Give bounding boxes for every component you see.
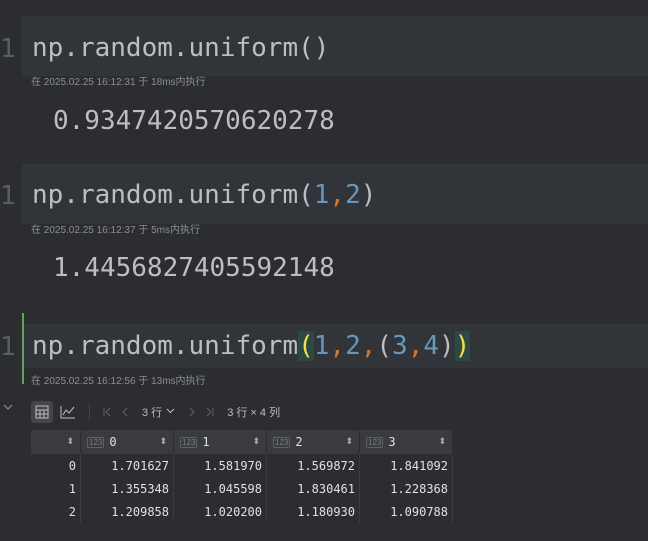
table-cell[interactable]: 1.841092: [359, 454, 453, 477]
row-index: 2: [31, 500, 81, 523]
paren-close: ): [313, 33, 330, 63]
dataframe-table: ⬍ 123 0 ⬍ 123 1 ⬍ 123 2 ⬍ 123 3 ⬍ 0 1.701627 1.5…: [31, 430, 453, 523]
execution-info: 在 2025.02.25 16:12:56 于 13ms内执行: [31, 376, 206, 387]
paren-open-highlighted: (: [298, 331, 314, 361]
numeric-type-icon: 123: [87, 436, 105, 448]
numeric-type-icon: 123: [273, 436, 291, 448]
code-line[interactable]: np.random.uniform(): [32, 35, 329, 61]
code-line[interactable]: np.random.uniform(1,2,(3,4)): [32, 331, 471, 361]
dataframe-shape: 3 行 × 4 列: [227, 407, 281, 419]
dataframe-toolbar: 3 行 3 行 × 4 列: [31, 397, 648, 427]
code-line[interactable]: np.random.uniform(1,2): [32, 182, 376, 208]
column-header[interactable]: 123 2 ⬍: [266, 430, 360, 454]
table-cell[interactable]: 1.045598: [173, 477, 267, 500]
rows-per-page-select[interactable]: 3 行: [142, 404, 175, 420]
paren-close: ): [360, 180, 377, 210]
column-header[interactable]: 123 3 ⬍: [359, 430, 453, 454]
column-header-label: 0: [109, 435, 117, 449]
table-row[interactable]: 2 1.209858 1.020200 1.180930 1.090788: [31, 500, 453, 523]
table-cell[interactable]: 1.209858: [80, 500, 174, 523]
arg-number: 4: [423, 331, 440, 361]
table-grid-icon[interactable]: [31, 401, 53, 423]
column-header[interactable]: 123 0 ⬍: [80, 430, 174, 454]
table-cell[interactable]: 1.569872: [266, 454, 360, 477]
table-cell[interactable]: 1.180930: [266, 500, 360, 523]
table-header-row: ⬍ 123 0 ⬍ 123 1 ⬍ 123 2 ⬍ 123 3 ⬍: [31, 430, 453, 454]
toolbar-divider: [89, 404, 90, 420]
table-row[interactable]: 0 1.701627 1.581970 1.569872 1.841092: [31, 454, 453, 477]
chevron-down-icon[interactable]: [3, 402, 13, 412]
column-header-label: 2: [295, 435, 303, 449]
row-index: 1: [31, 477, 81, 500]
comma: ,: [329, 180, 346, 210]
arg-number: 2: [345, 180, 361, 210]
sort-icon: ⬍: [159, 437, 167, 447]
comma: ,: [360, 331, 377, 361]
table-cell[interactable]: 1.355348: [80, 477, 174, 500]
table-cell[interactable]: 1.581970: [173, 454, 267, 477]
code-text: np.random.uniform: [32, 331, 299, 361]
table-cell[interactable]: 1.090788: [359, 500, 453, 523]
code-text: np.random.uniform: [32, 33, 299, 63]
chevron-down-icon: [166, 406, 175, 418]
table-row[interactable]: 1 1.355348 1.045598 1.830461 1.228368: [31, 477, 453, 500]
arg-number: 1: [313, 331, 330, 361]
paren-close-highlighted: ): [454, 331, 471, 361]
cell-output: 0.9347420570620278: [53, 106, 335, 136]
numeric-type-icon: 123: [180, 436, 198, 448]
numeric-type-icon: 123: [366, 436, 384, 448]
column-header[interactable]: 123 1 ⬍: [173, 430, 267, 454]
paren-open: (: [376, 331, 393, 361]
sort-icon: ⬍: [345, 437, 353, 447]
last-page-icon[interactable]: [201, 401, 219, 423]
next-page-icon[interactable]: [183, 401, 201, 423]
paren-close: ): [439, 331, 455, 361]
comma: ,: [329, 331, 346, 361]
comma: ,: [407, 331, 424, 361]
arg-number: 1: [313, 180, 330, 210]
arg-number: 3: [392, 331, 408, 361]
line-number: 1: [0, 181, 16, 211]
execution-info: 在 2025.02.25 16:12:31 于 18ms内执行: [31, 77, 206, 88]
sort-icon: ⬍: [252, 437, 260, 447]
line-chart-icon[interactable]: [57, 401, 79, 423]
line-number: 1: [0, 332, 16, 362]
arg-number: 2: [345, 331, 361, 361]
sort-icon: ⬍: [66, 437, 74, 447]
table-cell[interactable]: 1.228368: [359, 477, 453, 500]
prev-page-icon[interactable]: [116, 401, 134, 423]
table-cell[interactable]: 1.020200: [173, 500, 267, 523]
rows-select-label: 3 行: [142, 407, 163, 419]
index-column-header[interactable]: ⬍: [31, 430, 81, 454]
paren-open: (: [298, 180, 314, 210]
table-cell[interactable]: 1.830461: [266, 477, 360, 500]
column-header-label: 3: [388, 435, 396, 449]
first-page-icon[interactable]: [98, 401, 116, 423]
cell-output: 1.4456827405592148: [53, 253, 335, 283]
sort-icon: ⬍: [438, 437, 446, 447]
execution-info: 在 2025.02.25 16:12:37 于 5ms内执行: [31, 225, 200, 236]
column-header-label: 1: [202, 435, 210, 449]
paren-open: (: [298, 33, 314, 63]
line-number: 1: [0, 34, 16, 64]
row-index: 0: [31, 454, 81, 477]
table-cell[interactable]: 1.701627: [80, 454, 174, 477]
code-text: np.random.uniform: [32, 180, 299, 210]
